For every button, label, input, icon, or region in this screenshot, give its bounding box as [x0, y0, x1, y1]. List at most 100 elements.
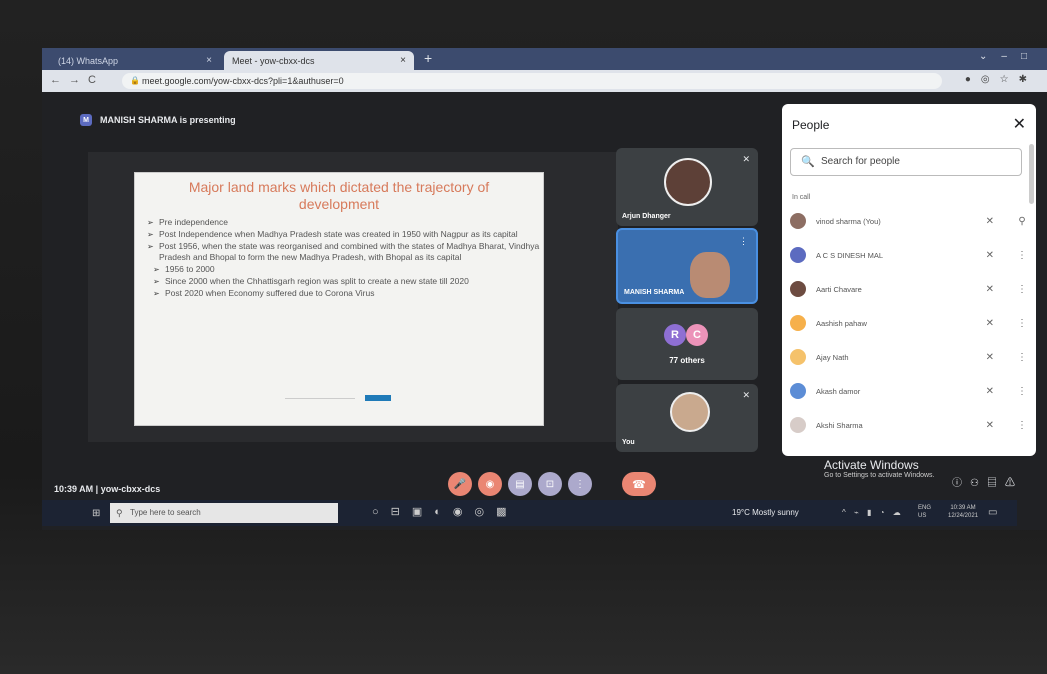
screen: (14) WhatsApp × Meet - yow-cbxx-dcs × + … — [42, 48, 1047, 530]
meeting-details-icons[interactable]: ⓘ⚇▤⚠ — [952, 474, 1023, 489]
captions-button[interactable]: ▤ — [508, 472, 532, 496]
nav-buttons[interactable]: ←→C — [50, 74, 104, 86]
tab-meet[interactable]: Meet - yow-cbxx-dcs × — [224, 51, 414, 70]
taskbar-search[interactable]: ⚲ Type here to search — [110, 503, 338, 523]
slide: Major land marks which dictated the traj… — [134, 172, 544, 426]
system-tray-icons[interactable]: ^ ⌁ ▮ ◔ ☁ — [842, 508, 904, 517]
search-icon: ⚲ — [116, 508, 123, 518]
mic-off-icon: ✕ — [985, 249, 994, 261]
presenting-banner: M MANISH SHARMA is presenting — [80, 114, 236, 126]
search-placeholder: Search for people — [821, 156, 900, 167]
slide-bullet: Post Independence when Madhya Pradesh st… — [147, 229, 543, 240]
taskbar-search-placeholder: Type here to search — [130, 508, 201, 517]
address-bar-row: ←→C 🔒 meet.google.com/yow-cbxx-dcs?pli=1… — [42, 70, 1047, 92]
mic-off-icon: ✕ — [985, 215, 994, 227]
mic-button[interactable]: 🎤 — [448, 472, 472, 496]
taskbar-app-icons[interactable]: ○⊟▣◐◉◎▩ — [372, 505, 519, 518]
url-text: meet.google.com/yow-cbxx-dcs?pli=1&authu… — [142, 76, 344, 86]
lang-code: ENG — [918, 505, 932, 511]
windows-taskbar: ⊞ ⚲ Type here to search ○⊟▣◐◉◎▩ 19°C Mos… — [42, 500, 1017, 526]
participant-name: Aarti Chavare — [816, 284, 862, 294]
avatar — [790, 417, 806, 433]
slide-bullet: Post 2020 when Economy suffered due to C… — [153, 288, 543, 299]
more-options-icon[interactable]: ⋮ — [1016, 318, 1028, 329]
window-controls[interactable]: ⌄–□ — [979, 51, 1041, 62]
participant-tile-manish[interactable]: ⋮ MANISH SHARMA — [616, 228, 758, 304]
in-call-label: In call — [792, 194, 811, 201]
more-options-icon[interactable]: ⋮ — [1016, 250, 1028, 261]
avatar — [790, 349, 806, 365]
mic-off-icon: ✕ — [985, 283, 994, 295]
avatar — [664, 158, 712, 206]
lock-icon: 🔒 — [130, 76, 140, 85]
slide-logo — [365, 395, 391, 401]
taskbar-clock[interactable]: 10:39 AM 12/24/2021 — [948, 504, 978, 520]
tab-bar: (14) WhatsApp × Meet - yow-cbxx-dcs × + … — [42, 48, 1047, 70]
tab-whatsapp-label: (14) WhatsApp — [58, 55, 119, 66]
clock-time: 10:39 AM — [950, 505, 976, 511]
scrollbar[interactable] — [1029, 144, 1034, 204]
meeting-time-code: 10:39 AM | yow-cbxx-dcs — [54, 484, 161, 494]
extension-icons[interactable]: ●◎☆✱ — [965, 74, 1037, 85]
more-options-button[interactable]: ⋮ — [568, 472, 592, 496]
meet-area: M MANISH SHARMA is presenting Major land… — [42, 92, 1047, 530]
participant-row[interactable]: vinod sharma (You) ✕ ⚲ — [790, 210, 1028, 232]
more-options-icon[interactable]: ⋮ — [1016, 420, 1028, 431]
tab-whatsapp[interactable]: (14) WhatsApp × — [50, 51, 220, 70]
tile-name: MANISH SHARMA — [624, 289, 685, 296]
mic-off-icon: ✕ — [985, 351, 994, 363]
participant-row[interactable]: Akshi Sharma ✕ ⋮ — [790, 414, 1028, 436]
avatar — [790, 213, 806, 229]
mic-off-icon: ✕ — [985, 419, 994, 431]
slide-bullet: 1956 to 2000 — [153, 264, 543, 275]
watermark-line1: Activate Windows — [824, 458, 919, 472]
notification-icon[interactable]: ▭ — [988, 507, 997, 518]
end-call-button[interactable]: ☎ — [622, 472, 656, 496]
participant-tile-others[interactable]: R C 77 others — [616, 308, 758, 380]
slide-bullet: Pre independence — [147, 217, 543, 228]
url-field[interactable]: 🔒 meet.google.com/yow-cbxx-dcs?pli=1&aut… — [122, 73, 942, 89]
avatar: C — [686, 324, 708, 346]
search-input[interactable]: 🔍 Search for people — [790, 148, 1022, 176]
mic-off-icon: ✕ — [985, 385, 994, 397]
new-tab-button[interactable]: + — [424, 50, 432, 66]
close-icon[interactable]: × — [400, 55, 406, 66]
tab-meet-label: Meet - yow-cbxx-dcs — [232, 55, 315, 66]
people-panel: People ✕ 🔍 Search for people In call vin… — [782, 104, 1036, 456]
participant-name: A C S DINESH MAL — [816, 250, 884, 260]
lang-region: US — [918, 513, 927, 519]
close-icon[interactable]: × — [206, 55, 212, 66]
participant-row[interactable]: Aashish pahaw ✕ ⋮ — [790, 312, 1028, 334]
laptop-frame: (14) WhatsApp × Meet - yow-cbxx-dcs × + … — [0, 0, 1047, 674]
participant-row[interactable]: Ajay Nath ✕ ⋮ — [790, 346, 1028, 368]
search-icon: 🔍 — [801, 156, 815, 168]
mic-off-icon: ✕ — [742, 154, 750, 164]
slide-bullet: Post 1956, when the state was reorganise… — [147, 241, 543, 263]
tile-name: You — [622, 439, 635, 446]
participant-name: vinod sharma (You) — [816, 216, 881, 226]
presenter-avatar: M — [80, 114, 92, 126]
present-button[interactable]: ⊡ — [538, 472, 562, 496]
camera-button[interactable]: ◉ — [478, 472, 502, 496]
slide-bullet: Since 2000 when the Chhattisgarh region … — [153, 276, 543, 287]
activate-windows-watermark: Activate Windows Go to Settings to activ… — [824, 458, 935, 479]
participant-row[interactable]: Akash damor ✕ ⋮ — [790, 380, 1028, 402]
participant-tile-arjun[interactable]: ✕ Arjun Dhanger — [616, 148, 758, 226]
avatar — [790, 383, 806, 399]
more-options-icon[interactable]: ⋮ — [1016, 284, 1028, 295]
close-icon[interactable]: ✕ — [1013, 114, 1026, 134]
avatar: R — [664, 324, 686, 346]
language-indicator[interactable]: ENG US — [918, 504, 931, 520]
people-title: People — [792, 118, 830, 132]
windows-start-icon[interactable]: ⊞ — [92, 508, 100, 519]
participant-name: Ajay Nath — [816, 352, 849, 362]
weather-widget[interactable]: 19°C Mostly sunny — [732, 508, 799, 517]
participant-tile-you[interactable]: ✕ You — [616, 384, 758, 452]
participant-row[interactable]: Aarti Chavare ✕ ⋮ — [790, 278, 1028, 300]
more-options-icon[interactable]: ⋮ — [1016, 386, 1028, 397]
more-options-icon[interactable]: ⋮ — [1016, 352, 1028, 363]
participant-name: Akash damor — [816, 386, 861, 396]
participant-row[interactable]: A C S DINESH MAL ✕ ⋮ — [790, 244, 1028, 266]
pin-icon[interactable]: ⚲ — [1016, 216, 1028, 227]
avatar — [790, 315, 806, 331]
